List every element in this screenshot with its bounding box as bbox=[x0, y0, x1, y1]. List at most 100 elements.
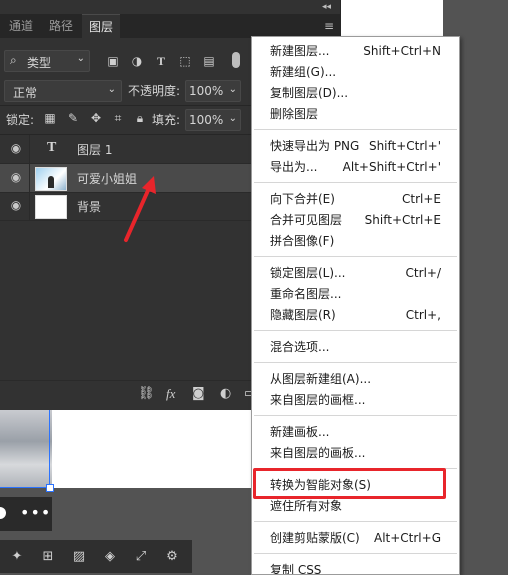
contextual-task-bar: ••• bbox=[0, 497, 52, 531]
lock-transparency-icon[interactable]: ▦ bbox=[42, 110, 58, 126]
lock-position-icon[interactable]: ✥ bbox=[88, 110, 104, 126]
red-arrow-annotation bbox=[124, 176, 156, 242]
menu-item[interactable]: 新建组(G)... bbox=[252, 62, 459, 82]
blend-mode-select[interactable]: 正常 ⌄ bbox=[4, 80, 122, 102]
menu-item-label: 隐藏图层(R) bbox=[270, 308, 336, 322]
magic-wand-icon[interactable]: ✦ bbox=[8, 549, 26, 565]
add-selection-icon[interactable]: ⊞ bbox=[39, 549, 57, 565]
stripes-icon[interactable]: ▨ bbox=[70, 549, 88, 565]
opacity-field[interactable]: 100% ⌄ bbox=[185, 80, 241, 102]
eye-icon[interactable]: ◉ bbox=[9, 170, 23, 184]
eye-icon[interactable]: ◉ bbox=[9, 141, 23, 155]
layer-filter-select[interactable]: ⌕ 类型 ⌄ bbox=[4, 50, 90, 72]
menu-separator bbox=[254, 256, 457, 257]
lock-paint-icon[interactable]: ✎ bbox=[65, 110, 81, 126]
menu-item-label: 向下合并(E) bbox=[270, 192, 335, 206]
chevron-down-icon: ⌄ bbox=[228, 113, 237, 124]
menu-item[interactable]: 快速导出为 PNG Shift+Ctrl+' bbox=[252, 136, 459, 156]
fill-label: 填充: bbox=[152, 113, 181, 127]
layer-thumbnail bbox=[35, 195, 67, 219]
layer-name: 图层 1 bbox=[77, 143, 113, 157]
menu-item[interactable]: 锁定图层(L)... Ctrl+/ bbox=[252, 263, 459, 283]
fill-field[interactable]: 100% ⌄ bbox=[185, 109, 241, 131]
menu-item-label: 锁定图层(L)... bbox=[270, 266, 346, 280]
menu-item-shortcut: Alt+Shift+Ctrl+' bbox=[342, 160, 441, 174]
text-layer-icon: T bbox=[47, 140, 57, 155]
menu-item[interactable]: 新建画板... bbox=[252, 422, 459, 442]
menu-item[interactable]: 从图层新建组(A)... bbox=[252, 369, 459, 389]
divider bbox=[29, 164, 30, 192]
adjustment-icon[interactable]: ◐ bbox=[220, 386, 231, 401]
menu-separator bbox=[254, 521, 457, 522]
menu-item-shortcut: Shift+Ctrl+' bbox=[368, 139, 441, 153]
panel-menu-icon[interactable]: ≡ bbox=[324, 19, 334, 33]
fx-icon[interactable]: fx bbox=[166, 386, 175, 402]
menu-item[interactable]: 合并可见图层 Shift+Ctrl+E bbox=[252, 210, 459, 230]
tab-paths[interactable]: 路径 bbox=[42, 14, 80, 38]
lock-label: 锁定: bbox=[6, 113, 35, 127]
menu-item[interactable]: 删除图层 bbox=[252, 104, 459, 124]
menu-item-label: 快速导出为 PNG bbox=[270, 139, 360, 153]
filter-toggle[interactable] bbox=[232, 52, 240, 68]
menu-item-shortcut: Ctrl+E bbox=[402, 192, 441, 206]
transform-handle[interactable] bbox=[46, 484, 54, 492]
menu-item[interactable]: 遮住所有对象 bbox=[252, 496, 459, 516]
menu-item[interactable]: 向下合并(E) Ctrl+E bbox=[252, 189, 459, 209]
shape-filter-icon[interactable]: ⬚ bbox=[177, 53, 193, 69]
bottom-toolbar: ✦ ⊞ ▨ ◈ ⤢ ⚙ bbox=[0, 540, 192, 573]
chevron-down-icon: ⌄ bbox=[107, 84, 116, 95]
image-filter-icon[interactable]: ▣ bbox=[105, 53, 121, 69]
text-filter-icon[interactable]: T bbox=[153, 53, 169, 69]
chevron-down-icon: ⌄ bbox=[228, 84, 237, 95]
menu-item-shortcut: Shift+Ctrl+E bbox=[364, 213, 441, 227]
menu-item[interactable]: 拼合图像(F) bbox=[252, 231, 459, 251]
menu-item[interactable]: 复制图层(D)... bbox=[252, 83, 459, 103]
adjustment-filter-icon[interactable]: ◑ bbox=[129, 53, 145, 69]
menu-item-label: 新建画板... bbox=[270, 425, 330, 439]
menu-item[interactable]: 导出为... Alt+Shift+Ctrl+' bbox=[252, 157, 459, 177]
menu-separator bbox=[254, 553, 457, 554]
mask-icon[interactable]: ◈ bbox=[101, 549, 119, 565]
eye-icon[interactable]: ◉ bbox=[9, 198, 23, 212]
filter-value: 类型 bbox=[27, 56, 52, 70]
menu-item-label: 导出为... bbox=[270, 160, 318, 174]
menu-item-label: 重命名图层... bbox=[270, 287, 342, 301]
menu-item[interactable]: 重命名图层... bbox=[252, 284, 459, 304]
smart-object-filter-icon[interactable]: ▤ bbox=[201, 53, 217, 69]
more-options-icon[interactable]: ••• bbox=[20, 503, 51, 522]
divider bbox=[29, 135, 30, 163]
menu-item-label: 创建剪贴蒙版(C) bbox=[270, 531, 360, 545]
menu-item-label: 拼合图像(F) bbox=[270, 234, 335, 248]
menu-item[interactable]: 创建剪贴蒙版(C) Alt+Ctrl+G bbox=[252, 528, 459, 548]
collapse-panel-icon[interactable]: ◂◂ bbox=[322, 2, 331, 12]
lock-artboard-icon[interactable]: ⌗ bbox=[110, 110, 126, 126]
panel-tabs: 通道 路径 图层 bbox=[0, 14, 340, 39]
document-canvas bbox=[340, 0, 443, 40]
tab-channels[interactable]: 通道 bbox=[2, 14, 40, 38]
circle-icon[interactable] bbox=[0, 507, 6, 519]
tab-layers[interactable]: 图层 bbox=[82, 14, 120, 39]
menu-separator bbox=[254, 182, 457, 183]
menu-item[interactable]: 来自图层的画板... bbox=[252, 443, 459, 463]
menu-item-shortcut: Ctrl+/ bbox=[405, 266, 441, 280]
menu-item[interactable]: 来自图层的画框... bbox=[252, 390, 459, 410]
opacity-value: 100% bbox=[189, 84, 224, 98]
mask-icon[interactable]: ◙ bbox=[192, 386, 205, 401]
link-icon[interactable]: ⛓ bbox=[138, 386, 155, 401]
menu-item[interactable]: 隐藏图层(R) Ctrl+, bbox=[252, 305, 459, 325]
menu-separator bbox=[254, 415, 457, 416]
menu-separator bbox=[254, 330, 457, 331]
blend-mode-value: 正常 bbox=[13, 86, 38, 100]
canvas-white-area bbox=[52, 410, 252, 488]
menu-item-label: 从图层新建组(A)... bbox=[270, 372, 372, 386]
menu-item[interactable]: 混合选项... bbox=[252, 337, 459, 357]
menu-item-label: 遮住所有对象 bbox=[270, 499, 343, 513]
lock-all-icon[interactable]: 🔒︎ bbox=[132, 110, 148, 126]
menu-item[interactable]: 新建图层... Shift+Ctrl+N bbox=[252, 41, 459, 61]
fill-value: 100% bbox=[189, 113, 224, 127]
selection-edge bbox=[49, 410, 50, 486]
transform-icon[interactable]: ⤢ bbox=[132, 549, 150, 565]
chevron-down-icon: ⌄ bbox=[76, 53, 85, 64]
settings-icon[interactable]: ⚙ bbox=[163, 549, 181, 565]
menu-item-label: 新建组(G)... bbox=[270, 65, 337, 79]
